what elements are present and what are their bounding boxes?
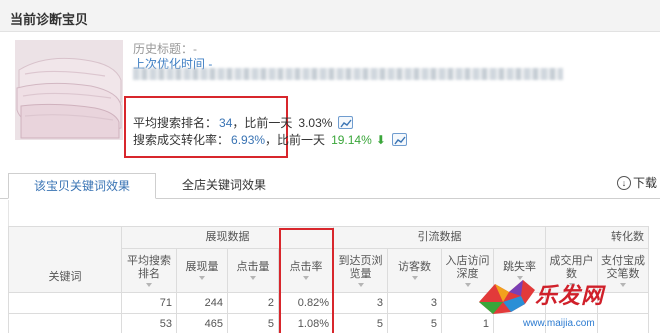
table-cell: 465 bbox=[176, 313, 228, 333]
arrow-down-icon: ⬇ bbox=[375, 132, 386, 147]
tab-shop-keywords[interactable]: 全店关键词效果 bbox=[160, 173, 288, 199]
table-cell: 3 bbox=[387, 292, 442, 314]
table-cell: 2 bbox=[227, 292, 279, 314]
download-button[interactable]: ↓ 下载 bbox=[617, 174, 657, 191]
table-cell: 71 bbox=[121, 292, 177, 314]
click-rate-highlight-box bbox=[279, 228, 334, 333]
table-cell: 5 bbox=[333, 313, 388, 333]
download-icon: ↓ bbox=[617, 175, 631, 190]
table-cell: 5 bbox=[227, 313, 279, 333]
group-header-traffic: 引流数据 bbox=[333, 226, 546, 249]
column-header[interactable]: 平均搜索排名 bbox=[121, 248, 177, 293]
sort-arrow-icon bbox=[146, 282, 152, 287]
conversion-change: 19.14% bbox=[331, 132, 372, 147]
table-cell: 5 bbox=[387, 313, 442, 333]
table-cell: 244 bbox=[176, 292, 228, 314]
column-header[interactable]: 访客数 bbox=[387, 248, 442, 293]
tab-panel bbox=[8, 200, 660, 226]
avg-search-rank-compare: ，比前一天 bbox=[232, 116, 293, 130]
tabs-bar: 该宝贝关键词效果 全店关键词效果 bbox=[0, 173, 660, 199]
trend-chart-icon[interactable] bbox=[338, 116, 354, 129]
avg-search-rank-value: 34 bbox=[219, 115, 233, 130]
tab-item-keywords[interactable]: 该宝贝关键词效果 bbox=[8, 173, 156, 199]
page-header: 当前诊断宝贝 bbox=[0, 0, 660, 32]
avg-search-rank-label: 平均搜索排名： bbox=[133, 116, 218, 130]
avg-search-rank-row: 平均搜索排名： 34 ，比前一天 3.03% bbox=[133, 114, 354, 131]
conversion-label: 搜索成交转化率： bbox=[133, 133, 230, 147]
sort-arrow-icon bbox=[411, 276, 418, 280]
watermark: 乐发网 www.maijia.com bbox=[475, 272, 660, 333]
sort-arrow-icon bbox=[199, 276, 205, 280]
conversion-compare: ，比前一天 bbox=[265, 133, 326, 147]
watermark-logo-text: 乐发网 bbox=[535, 283, 605, 308]
download-label: 下载 bbox=[633, 176, 658, 190]
product-image bbox=[15, 40, 123, 140]
keyword-cell[interactable] bbox=[8, 313, 122, 333]
page-title: 当前诊断宝贝 bbox=[10, 12, 89, 27]
sort-arrow-icon bbox=[250, 276, 256, 280]
group-header-conversion: 转化数 bbox=[545, 226, 649, 249]
avg-search-rank-change: 3.03% bbox=[298, 115, 333, 130]
table-cell: 53 bbox=[121, 313, 177, 333]
sort-arrow-icon bbox=[357, 282, 364, 287]
keyword-cell[interactable] bbox=[8, 292, 122, 314]
column-header[interactable]: 点击量 bbox=[227, 248, 279, 293]
table-cell: 3 bbox=[333, 292, 388, 314]
column-header[interactable]: 展现量 bbox=[176, 248, 228, 293]
watermark-url: www.maijia.com bbox=[523, 318, 595, 329]
column-header[interactable]: 到达页浏览量 bbox=[333, 248, 388, 293]
sort-arrow-icon bbox=[464, 282, 471, 287]
keyword-header: 关键词 bbox=[8, 226, 122, 293]
conversion-value: 6.93% bbox=[231, 132, 266, 147]
blurred-title-text bbox=[133, 68, 563, 80]
conversion-rate-row: 搜索成交转化率： 6.93% ，比前一天 19.14% ⬇ bbox=[133, 131, 407, 148]
trend-chart-icon[interactable] bbox=[391, 133, 407, 146]
